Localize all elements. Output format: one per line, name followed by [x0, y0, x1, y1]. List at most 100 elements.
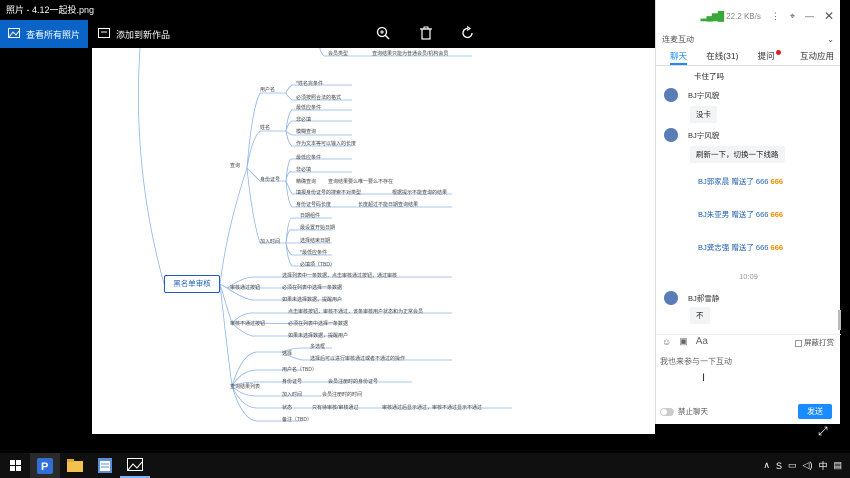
notification-icon[interactable]: ▤	[833, 460, 842, 471]
minimize-icon[interactable]: —	[805, 11, 814, 21]
mindmap-node: 如果未选择数据，提醒用户	[282, 297, 343, 303]
tab-questions[interactable]: 提问	[758, 50, 781, 65]
message-text: 刷新一下，切换一下线路	[690, 146, 785, 163]
mindmap-node: 点击审核按钮，审核不通过，该条审核用户状态和为正常会员	[288, 309, 424, 315]
mindmap-node: 查询结果列表	[230, 384, 261, 390]
message-text: 没卡	[690, 106, 717, 123]
mindmap-node: 用户名（TBD）	[282, 367, 318, 373]
ime-indicator[interactable]: 中	[818, 459, 827, 472]
mindmap-node: 长度超过不能日期查询结果	[358, 202, 419, 208]
mindmap-node: 最低应条件	[296, 155, 322, 161]
avatar	[664, 128, 678, 142]
block-tips-checkbox[interactable]: 屏蔽打赏	[795, 337, 834, 348]
tab-apps[interactable]: 互动应用	[800, 50, 834, 65]
notepad-icon[interactable]	[90, 453, 120, 478]
message-sender: BJ宁风貌	[688, 131, 720, 140]
mindmap-node: 状态	[282, 405, 293, 411]
mindmap-node: 备注（TBD）	[282, 417, 313, 423]
network-speed: 22.2 KB/s	[726, 11, 761, 21]
emoji-icon[interactable]: ☺	[662, 337, 671, 347]
window-title: 照片 - 4.12一起投.png	[0, 0, 655, 20]
gift-notice: BJ朱亚男 赠送了 666 666	[698, 209, 783, 220]
message-text: 不	[690, 307, 710, 324]
fullscreen-icon[interactable]: ⤢	[818, 424, 828, 439]
photos-app-icon[interactable]	[120, 453, 150, 478]
mindmap-node: 审核通过后显示通过，审核不通过显示不通过	[382, 405, 483, 411]
tray-app-icon[interactable]: S	[776, 461, 782, 471]
mindmap-node: 会员注册时的身份证号	[328, 379, 379, 385]
scrollbar[interactable]	[838, 310, 841, 330]
mindmap-node: 只有待审核/审核通过	[312, 405, 359, 411]
delete-icon[interactable]	[418, 26, 434, 42]
gift-text: BJ朱亚男 赠送了 666	[698, 210, 769, 219]
gift-notice: BJ郭家晨 赠送了 666 666	[698, 176, 783, 187]
checkbox[interactable]	[795, 339, 802, 347]
image-icon[interactable]: ▣	[679, 336, 688, 347]
gift-badge: 666	[770, 177, 784, 186]
add-to-label: 添加到新作品	[116, 29, 171, 40]
image-canvas: 会员类型 查询结果只能为普通会员/机构会员 用户名 *姓名完条件 必须按照合法的…	[92, 48, 655, 434]
mindmap-node: 填报身份证号的搜索不对类型	[296, 190, 362, 196]
chevron-up-icon[interactable]: ∧	[763, 460, 770, 471]
mindmap-node: 选择结束日期	[300, 238, 331, 244]
add-to-creation-button[interactable]: 添加到新作品	[88, 28, 180, 41]
pin-icon[interactable]: ⌖	[790, 11, 795, 22]
room-dropdown[interactable]: 连麦互动 ⌄	[662, 32, 834, 46]
mindmap-node: 用户名	[260, 87, 276, 93]
message-sender: BJ郝雪静	[688, 294, 720, 303]
mindmap-node: 身份证号码长度	[296, 202, 332, 208]
network-icon[interactable]: ▭	[788, 460, 797, 471]
mindmap-node: 加入时间	[260, 239, 281, 245]
view-all-photos-button[interactable]: 查看所有照片	[0, 20, 89, 48]
chat-input[interactable]: 我也来参与一下互动	[660, 356, 732, 367]
svg-text:P: P	[41, 461, 48, 473]
mindmap-node: 审核不通过按钮	[230, 321, 266, 327]
mindmap-node: 作为文本等可以输入的长度	[296, 141, 357, 147]
signal-icon: ▂▄▆█	[700, 10, 725, 21]
message-sender: BJ宁风貌	[688, 91, 720, 100]
gift-badge: 666	[770, 210, 784, 219]
message-list: 卡住了吗 BJ宁风貌 没卡 BJ宁风貌 刷新一下，切换一下线路 BJ郭家晨 赠送…	[656, 66, 841, 330]
volume-icon[interactable]: ◁)	[803, 460, 813, 471]
menu-icon[interactable]: ⋮	[771, 11, 780, 22]
mindmap-node: 必须在列表中选择一条数据	[282, 285, 343, 291]
block-tips-label: 屏蔽打赏	[804, 338, 834, 347]
view-all-label: 查看所有照片	[26, 29, 81, 40]
mindmap-node: 加入时间	[282, 392, 303, 398]
mindmap-node: 根据提示不能查询的结果	[392, 190, 448, 196]
mindmap-node: 精确查询	[296, 179, 317, 185]
network-status: ▂▄▆█ 22.2 KB/s	[701, 11, 761, 22]
gift-text: BJ郭家晨 赠送了 666	[698, 177, 769, 186]
toggle-switch[interactable]	[660, 407, 674, 416]
font-icon[interactable]: Aa	[696, 336, 708, 347]
taskbar: P	[0, 453, 850, 478]
app-p-icon[interactable]: P	[30, 453, 60, 478]
mindmap-root-node: 黑名单审核	[164, 275, 220, 293]
mindmap-node: 模糊查询	[296, 129, 317, 135]
photos-icon	[8, 28, 20, 40]
mindmap-node: 选择	[282, 351, 293, 357]
tab-chat[interactable]: 聊天	[670, 50, 688, 65]
notification-dot	[775, 50, 781, 55]
mindmap-node: 多选框	[310, 344, 326, 350]
room-label: 连麦互动	[662, 34, 694, 44]
avatar	[664, 291, 678, 305]
file-explorer-icon[interactable]	[60, 453, 90, 478]
mindmap-node: 选择列表中一条数据，点击审核通过按钮，通过审核	[282, 273, 398, 279]
tab-online[interactable]: 在线(31)	[706, 50, 738, 65]
mindmap-node: 必须在列表中选择一条数据	[288, 321, 349, 327]
rotate-icon[interactable]	[460, 26, 476, 42]
gift-notice: BJ龚志强 赠送了 666 666	[698, 242, 783, 253]
mindmap-node: 查询	[230, 163, 241, 169]
add-creation-icon	[98, 28, 111, 40]
close-icon[interactable]: ✕	[824, 9, 834, 23]
zoom-in-icon[interactable]	[375, 26, 391, 42]
ban-chat-toggle[interactable]: 禁止聊天	[660, 406, 708, 417]
message-timestamp: 10:09	[739, 272, 758, 281]
mindmap-node: 最设置开始日期	[300, 225, 336, 231]
system-tray: ∧ S ▭ ◁) 中 ▤	[763, 453, 842, 478]
mindmap-node: 会员类型	[328, 51, 349, 57]
start-icon[interactable]	[0, 453, 30, 478]
mindmap-node: 日期组件	[300, 213, 321, 219]
send-button[interactable]: 发送	[798, 404, 832, 419]
